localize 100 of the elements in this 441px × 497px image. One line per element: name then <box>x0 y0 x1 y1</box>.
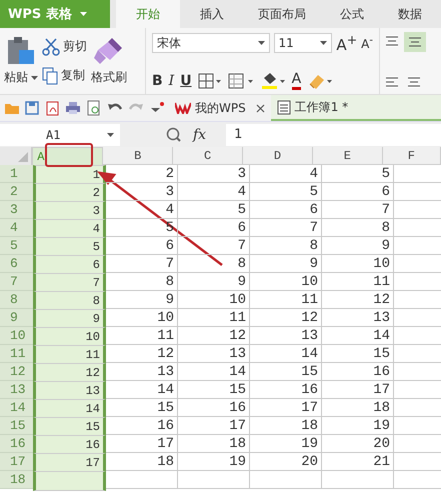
ribbon-tab[interactable]: 开始 <box>116 0 180 28</box>
table-cell: 5 <box>33 237 106 257</box>
caret-icon <box>258 41 265 45</box>
table-cell: 9 <box>33 309 106 329</box>
table-cell: 10 <box>250 273 322 291</box>
table-cell: 11 <box>106 327 178 345</box>
column-header[interactable]: D <box>243 147 313 165</box>
name-box[interactable]: A1 <box>0 124 120 146</box>
table-cell <box>322 471 394 489</box>
table-cell: 14 <box>250 345 322 363</box>
table-cell: 9 <box>322 237 394 255</box>
column-header[interactable]: B <box>103 147 174 165</box>
align-middle-icon[interactable] <box>404 32 426 52</box>
font-style-button[interactable]: I <box>168 73 174 89</box>
table-cell: 10 <box>178 291 250 309</box>
borders-icon[interactable] <box>198 73 222 89</box>
table-cell: 9 <box>178 273 250 291</box>
table-cell: 3 <box>33 201 106 221</box>
table-cell: 14 <box>178 363 250 381</box>
table-cell: 13 <box>106 363 178 381</box>
clipboard-icon <box>6 36 36 66</box>
table-cell: 4 <box>33 219 106 239</box>
table-cell: 9 <box>106 291 178 309</box>
table-cell: 20 <box>250 453 322 471</box>
save-icon[interactable] <box>25 101 39 115</box>
search-icon[interactable] <box>166 127 181 142</box>
table-cell: 17 <box>178 417 250 435</box>
column-header[interactable]: E <box>312 147 383 165</box>
table-cell: 8 <box>250 237 322 255</box>
table-cell: 12 <box>33 363 106 383</box>
table-cell: 15 <box>250 363 322 381</box>
document-tab[interactable]: 工作簿1 * <box>270 95 441 121</box>
table-cell: 18 <box>178 435 250 453</box>
print-icon[interactable] <box>65 101 81 115</box>
table-cell: 11 <box>322 273 394 291</box>
table-cell: 11 <box>178 309 250 327</box>
table-cell: 12 <box>250 309 322 327</box>
table-cell: 8 <box>106 273 178 291</box>
column-header[interactable]: C <box>173 147 244 165</box>
print-preview-icon[interactable] <box>86 100 102 116</box>
table-cell: 13 <box>250 327 322 345</box>
table-cell: 18 <box>106 453 178 471</box>
table-cell: 2 <box>33 183 106 203</box>
table-cell: 17 <box>106 435 178 453</box>
table-cell: 18 <box>250 417 322 435</box>
paste-button[interactable]: 粘贴 <box>4 69 38 86</box>
column-header[interactable]: F <box>382 147 441 165</box>
ribbon-tab[interactable]: 页面布局 <box>244 0 320 28</box>
table-cell: 14 <box>33 399 106 419</box>
scissors-icon <box>42 38 60 56</box>
function-button[interactable]: fx <box>193 126 206 142</box>
table-cell: 18 <box>322 399 394 417</box>
table-cell: 5 <box>250 183 322 201</box>
corner-triangle-icon <box>18 152 28 162</box>
font-name-dropdown[interactable]: 宋体 <box>152 33 270 53</box>
table-cell: 19 <box>250 435 322 453</box>
table-cell: 21 <box>322 453 394 471</box>
table-cell: 10 <box>106 309 178 327</box>
table-cell: 8 <box>33 291 106 311</box>
table-cell: 12 <box>322 291 394 309</box>
font-style-button[interactable]: B <box>152 73 163 89</box>
table-cell: 12 <box>106 345 178 363</box>
table-cell: 7 <box>33 273 106 293</box>
document-tab[interactable]: 我的WPS <box>169 95 271 121</box>
ribbon-tab[interactable]: 数据 <box>384 0 436 28</box>
caret-icon <box>31 76 38 80</box>
shrink-font-button[interactable]: A$^{-}$ <box>361 35 373 51</box>
table-cell: 10 <box>322 255 394 273</box>
formula-input[interactable]: 1 <box>226 124 441 146</box>
table-cell: 15 <box>322 345 394 363</box>
pdf-icon[interactable] <box>44 100 60 116</box>
eraser-icon[interactable] <box>307 72 334 90</box>
table-cell: 17 <box>250 399 322 417</box>
caret-icon <box>107 132 114 136</box>
fill-color-icon[interactable] <box>260 72 286 90</box>
table-cell: 19 <box>322 417 394 435</box>
font-color-button[interactable]: A <box>292 72 302 90</box>
close-icon[interactable] <box>256 104 265 112</box>
ribbon-tab[interactable]: 公式 <box>326 0 378 28</box>
font-style-button[interactable]: U <box>180 73 192 89</box>
grow-font-button[interactable]: A$^{+}$ <box>336 32 358 54</box>
caret-icon <box>320 41 328 45</box>
table-cell: 6 <box>322 183 394 201</box>
cut-button[interactable]: 剪切 <box>63 38 87 55</box>
copy-button[interactable]: 复制 <box>61 67 85 84</box>
ribbon-tab[interactable]: 插入 <box>186 0 238 28</box>
table-cell <box>178 471 250 489</box>
table-cell: 12 <box>178 327 250 345</box>
table-cell: 20 <box>322 435 394 453</box>
brush-icon <box>94 36 124 66</box>
customize-icon[interactable] <box>149 101 165 115</box>
cell-style-icon[interactable] <box>228 73 254 89</box>
highlight-box <box>45 143 93 167</box>
table-cell: 13 <box>322 309 394 327</box>
format-painter-button[interactable]: 格式刷 <box>91 69 127 86</box>
font-size-dropdown[interactable]: 11 <box>274 33 332 53</box>
table-cell: 13 <box>178 345 250 363</box>
wps-logo-icon <box>175 102 191 114</box>
tab-label: 我的WPS <box>195 100 246 116</box>
table-cell: 9 <box>250 255 322 273</box>
